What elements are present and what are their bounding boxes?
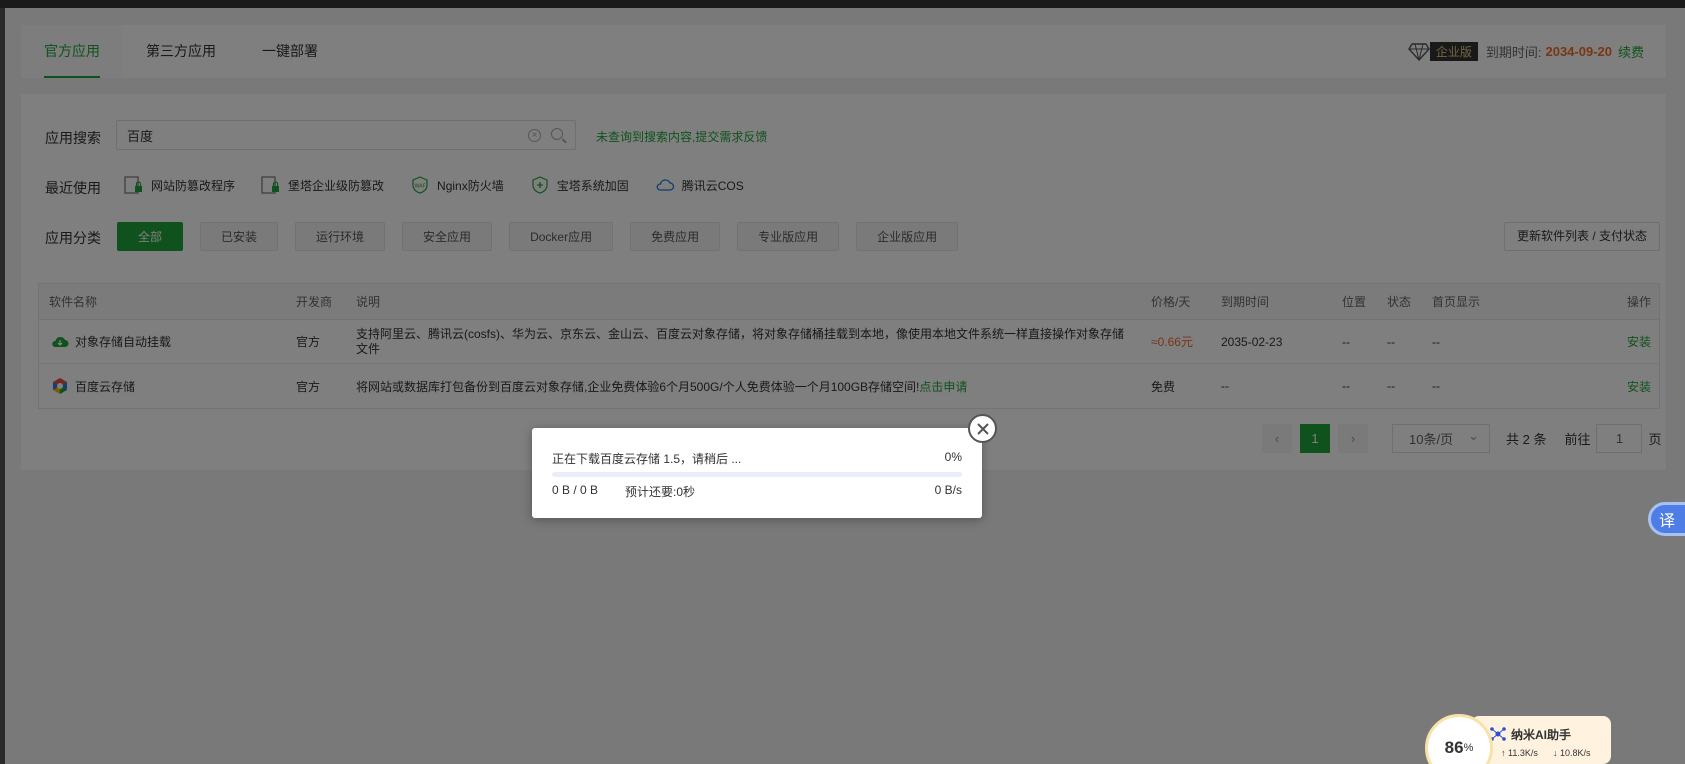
window-top-strip [0,0,1685,8]
modal-overlay[interactable] [5,8,1685,764]
download-speed-indicator: ↓ 10.8K/s [1553,748,1591,758]
ai-assistant-widget[interactable]: 纳米AI助手 ↑ 11.3K/s ↓ 10.8K/s 86% [1425,712,1611,764]
ai-assistant-name: 纳米AI助手 [1511,728,1572,742]
memory-percent: 86 [1444,738,1464,757]
close-icon [976,422,989,435]
download-speed: 0 B/s [934,483,962,497]
download-bytes: 0 B / 0 B [552,483,599,497]
translate-button[interactable]: 译 [1648,502,1685,536]
percent-sign: % [1463,742,1474,754]
close-dialog-button[interactable] [968,414,997,443]
download-title: 正在下载百度云存储 1.5，请稍后 ... [552,452,742,466]
download-progress-dialog: 正在下载百度云存储 1.5，请稍后 ... 0% 0 B / 0 B 预计还要:… [532,428,982,518]
upload-speed: ↑ 11.3K/s [1501,748,1538,758]
download-remaining: 预计还要:0秒 [625,485,696,499]
download-percent: 0% [944,450,962,464]
download-progress-bar [552,472,962,477]
